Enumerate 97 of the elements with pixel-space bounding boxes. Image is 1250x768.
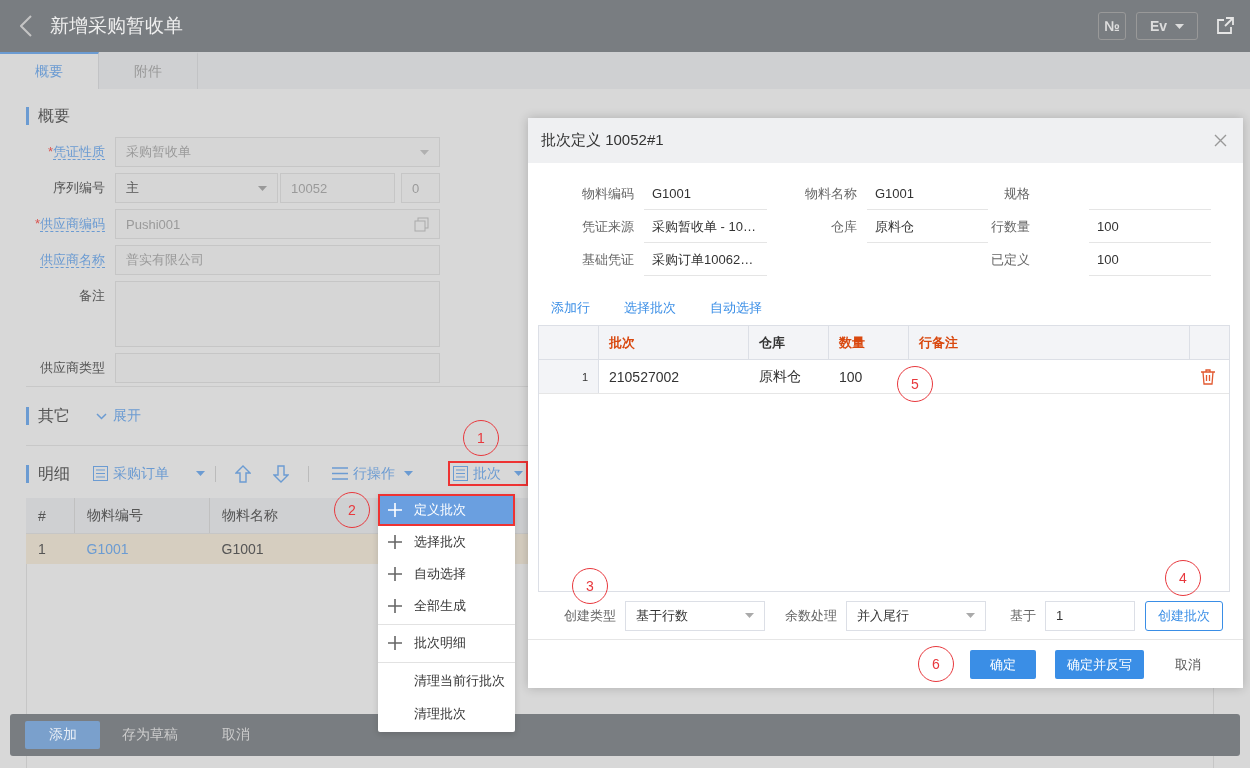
- field-value: 采购订单10062…: [652, 252, 754, 267]
- menu-item[interactable]: 全部生成: [378, 590, 515, 622]
- page-title: 新增采购暂收单: [50, 14, 183, 38]
- input-field[interactable]: 10052: [280, 173, 395, 203]
- caret-icon: [258, 185, 267, 191]
- field-value: 原料仓: [875, 219, 914, 234]
- list-icon: [453, 466, 468, 481]
- order-dropdown[interactable]: 采购订单: [88, 461, 210, 486]
- field-value: 100: [1097, 252, 1119, 267]
- field-value: G1001: [875, 186, 915, 201]
- table-cell: 原料仓: [759, 367, 801, 386]
- expand-toggle[interactable]: 展开: [96, 407, 141, 425]
- language-dropdown[interactable]: Ev: [1136, 12, 1198, 40]
- field-value: 采购暂收单 - 10…: [652, 219, 756, 234]
- close-icon[interactable]: [1214, 134, 1227, 147]
- list-icon: [93, 466, 108, 481]
- field-label: 物料名称: [805, 186, 857, 201]
- batch-dropdown[interactable]: 批次: [448, 461, 528, 486]
- field-label: 已定义: [991, 252, 1030, 267]
- field-label: 行数量: [991, 219, 1030, 234]
- dialog-title: 批次定义 10052#1: [541, 131, 664, 150]
- tab[interactable]: 附件: [99, 52, 198, 89]
- field-label: 基于: [1010, 606, 1036, 625]
- confirm-button[interactable]: 确定: [970, 650, 1036, 679]
- caret-icon: [196, 471, 205, 476]
- table-cell: 210527002: [609, 368, 680, 385]
- required-mark: *: [34, 216, 40, 231]
- select-field[interactable]: 基于行数: [625, 600, 765, 631]
- cancel-button[interactable]: 取消: [1163, 650, 1213, 679]
- section-title: 明细: [26, 464, 70, 483]
- footer-button[interactable]: 添加: [25, 721, 100, 749]
- field-value: G1001: [652, 186, 692, 201]
- plus-icon: [388, 567, 402, 581]
- footer-button[interactable]: 存为草稿: [100, 721, 200, 749]
- table-cell: G1001: [221, 541, 264, 557]
- copy-icon: [414, 216, 429, 232]
- arrow-down-icon: [273, 464, 289, 483]
- field-value: 100: [1097, 219, 1119, 234]
- action-link[interactable]: 自动选择: [700, 298, 772, 318]
- menu-item[interactable]: 定义批次: [378, 494, 515, 526]
- menu-item[interactable]: 清理批次: [378, 698, 515, 730]
- field-label: 备注: [79, 288, 105, 303]
- section-title: 概要: [26, 107, 70, 125]
- create-button[interactable]: 创建批次: [1145, 600, 1223, 631]
- field-label: 仓库: [831, 219, 857, 234]
- required-mark: *: [47, 144, 53, 159]
- field-label: 供应商类型: [40, 360, 105, 375]
- action-link[interactable]: 选择批次: [614, 298, 686, 318]
- column-header: #: [38, 507, 46, 524]
- plus-icon: [388, 599, 402, 613]
- field-label: 凭证来源: [582, 219, 634, 234]
- column-header: 数量: [839, 333, 865, 352]
- column-header: 仓库: [759, 333, 785, 352]
- row-number: 1: [581, 370, 588, 383]
- input-field[interactable]: 1: [1045, 600, 1135, 631]
- field-label: 规格: [1004, 186, 1030, 201]
- arrow-up-icon: [235, 464, 251, 483]
- field-label: 序列编号: [53, 180, 105, 195]
- table-cell: 1: [38, 541, 46, 557]
- caret-icon: [966, 613, 975, 618]
- menu-item[interactable]: 批次明细: [378, 624, 515, 660]
- select-field[interactable]: 主: [115, 173, 278, 203]
- caret-icon: [514, 471, 523, 476]
- field-label: 基础凭证: [582, 252, 634, 267]
- row-actions-dropdown[interactable]: 行操作: [327, 461, 418, 486]
- select-field[interactable]: 并入尾行: [846, 600, 986, 631]
- field-label: 创建类型: [564, 606, 616, 625]
- menu-item[interactable]: 自动选择: [378, 558, 515, 590]
- plus-icon: [388, 535, 402, 549]
- plus-icon: [388, 503, 402, 517]
- field-label: 物料编码: [582, 186, 634, 201]
- back-icon: [20, 15, 32, 37]
- column-header: 批次: [609, 333, 635, 352]
- caret-icon: [1175, 23, 1185, 29]
- table-cell: 100: [839, 368, 863, 385]
- footer-button[interactable]: 取消: [200, 721, 272, 749]
- column-header: 物料名称: [222, 506, 278, 523]
- column-header: 行备注: [919, 333, 958, 352]
- menu-item[interactable]: 清理当前行批次: [378, 662, 515, 698]
- chevron-down-icon: [96, 412, 107, 420]
- item-link[interactable]: G1001: [86, 541, 129, 557]
- trash-icon[interactable]: [1201, 368, 1215, 385]
- field-label: 余数处理: [785, 606, 837, 625]
- menu-icon: [332, 467, 348, 480]
- plus-icon: [388, 635, 402, 650]
- number-button[interactable]: №: [1098, 12, 1126, 40]
- action-link[interactable]: 添加行: [541, 298, 600, 318]
- menu-item[interactable]: 选择批次: [378, 526, 515, 558]
- tab[interactable]: 概要: [0, 52, 99, 89]
- section-title: 其它: [26, 407, 70, 425]
- caret-icon: [745, 613, 754, 618]
- caret-icon: [404, 471, 413, 476]
- share-icon[interactable]: [1216, 17, 1234, 35]
- column-header: 物料编号: [87, 506, 143, 523]
- confirm-button[interactable]: 确定并反写: [1055, 650, 1144, 679]
- caret-icon: [420, 149, 429, 155]
- input-field[interactable]: 0: [401, 173, 440, 203]
